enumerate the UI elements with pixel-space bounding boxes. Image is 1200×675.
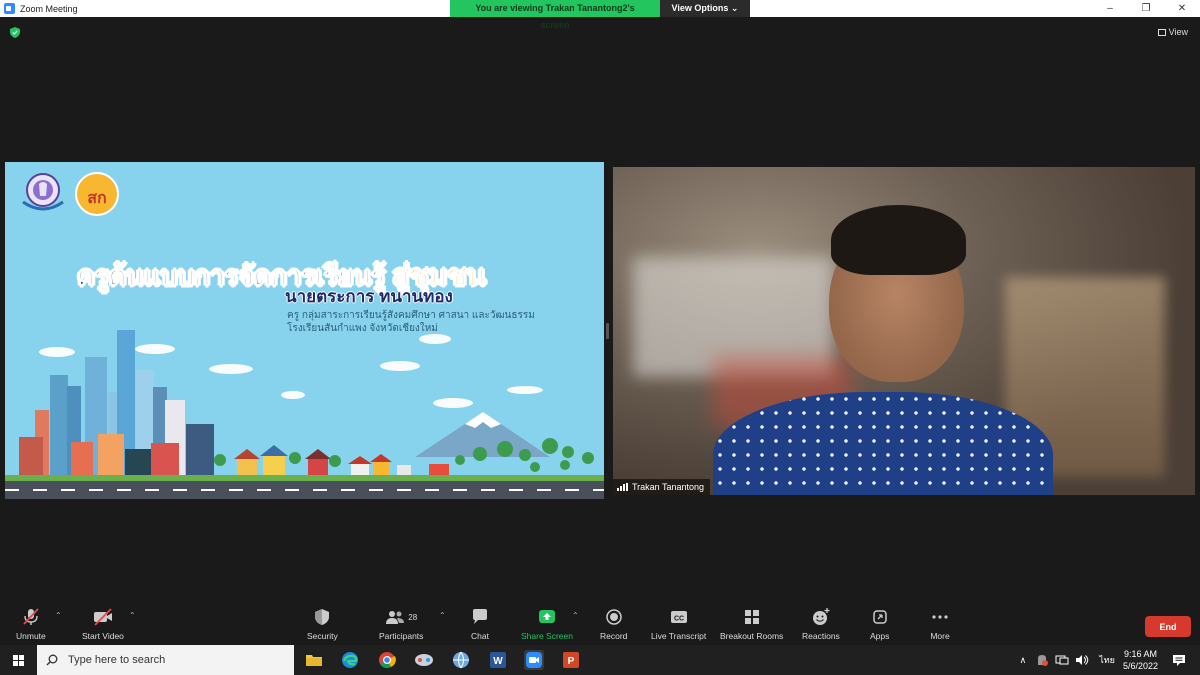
game-app-icon[interactable]: [414, 650, 434, 670]
input-language[interactable]: ไทย: [1099, 653, 1115, 667]
share-screen-button[interactable]: Share Screen: [521, 607, 573, 641]
screen-share-banner: You are viewing Trakan Tanantong2's scre…: [450, 0, 750, 30]
search-placeholder: Type here to search: [68, 654, 166, 666]
file-explorer-icon[interactable]: [304, 650, 324, 670]
breakout-grid-icon: [744, 610, 759, 624]
windows-taskbar: Type here to search W P ∧ ไทย 9:16 AM 5/…: [0, 645, 1200, 675]
clock-time: 9:16 AM: [1123, 649, 1157, 659]
chat-button[interactable]: Chat: [471, 607, 489, 641]
notification-center-icon[interactable]: [1172, 654, 1186, 667]
participants-options-caret-icon[interactable]: ⌃: [439, 611, 446, 620]
network-app-icon[interactable]: [451, 650, 471, 670]
viewing-status: You are viewing Trakan Tanantong2's scre…: [450, 0, 660, 30]
participant-body: [713, 392, 1053, 495]
window-title: Zoom Meeting: [20, 3, 78, 14]
video-off-icon: [93, 608, 112, 626]
word-app-icon[interactable]: W: [488, 650, 508, 670]
svg-text:W: W: [493, 656, 503, 667]
record-button[interactable]: Record: [600, 607, 627, 641]
encryption-shield-icon[interactable]: [10, 27, 20, 38]
city-illustration: [19, 330, 594, 494]
more-button[interactable]: More: [930, 607, 950, 641]
participant-name-label: Trakan Tanantong: [613, 479, 711, 495]
grid-icon: [1157, 28, 1166, 36]
participant-video-tile[interactable]: Trakan Tanantong: [613, 167, 1195, 495]
svg-text:CC: CC: [674, 616, 684, 623]
smiley-add-icon: [812, 608, 830, 625]
zoom-app-icon[interactable]: [524, 650, 544, 670]
clock-date: 5/6/2022: [1122, 661, 1158, 671]
signal-strength-icon: [617, 483, 628, 491]
shield-icon: [315, 609, 330, 625]
participants-count: 28: [408, 612, 418, 622]
closed-caption-icon: CC: [670, 611, 687, 623]
show-hidden-icons-chevron-icon[interactable]: ∧: [1020, 655, 1027, 666]
breakout-rooms-button[interactable]: Breakout Rooms: [720, 607, 783, 641]
reactions-button[interactable]: Reactions: [802, 607, 840, 641]
unmute-button[interactable]: Unmute: [16, 607, 46, 641]
chrome-browser-icon[interactable]: [377, 650, 397, 670]
restore-button[interactable]: ❐: [1128, 0, 1164, 17]
chat-bubble-icon: [473, 609, 487, 624]
view-layout-button[interactable]: View: [1157, 27, 1188, 37]
edge-browser-icon[interactable]: [340, 650, 360, 670]
participant-name: Trakan Tanantong: [632, 482, 705, 492]
view-label: View: [1168, 27, 1188, 37]
network-tray-icon[interactable]: [1055, 654, 1069, 666]
minimize-button[interactable]: –: [1092, 0, 1128, 17]
people-icon: [386, 611, 405, 624]
view-options-button[interactable]: View Options ⌄: [660, 0, 750, 17]
participants-button[interactable]: 28 Participants: [379, 607, 423, 641]
volume-tray-icon[interactable]: [1075, 654, 1089, 666]
more-dots-icon: [932, 615, 948, 619]
muted-microphone-icon: [23, 608, 39, 625]
system-tray: ∧ ไทย 9:16 AM 5/6/2022: [1020, 645, 1200, 675]
end-meeting-button[interactable]: End: [1145, 616, 1191, 637]
record-icon: [605, 609, 622, 625]
svg-text:P: P: [568, 656, 575, 667]
share-options-caret-icon[interactable]: ⌃: [572, 611, 579, 620]
taskbar-clock[interactable]: 9:16 AM 5/6/2022: [1123, 648, 1158, 672]
apps-button[interactable]: Apps: [870, 607, 889, 641]
windows-start-icon[interactable]: [13, 655, 24, 666]
participant-hair: [831, 205, 966, 275]
zoom-logo-icon: [4, 3, 15, 14]
road-strip: [5, 481, 604, 499]
video-options-caret-icon[interactable]: ⌃: [129, 611, 136, 620]
taskbar-search-box[interactable]: Type here to search: [37, 645, 294, 675]
close-button[interactable]: ✕: [1164, 0, 1200, 17]
security-tray-icon[interactable]: [1035, 654, 1049, 666]
powerpoint-app-icon[interactable]: P: [561, 650, 581, 670]
apps-icon: [872, 610, 887, 624]
meeting-toolbar: Unmute ⌃ Start Video ⌃ Security 28 Parti…: [0, 603, 1200, 645]
security-button[interactable]: Security: [307, 607, 338, 641]
live-transcript-button[interactable]: CC Live Transcript: [651, 607, 706, 641]
shared-screen[interactable]: สก ครูต้นแบบการจัดการเรียนรู้ สู่ชุมชน น…: [5, 162, 604, 499]
window-controls: – ❐ ✕: [1092, 0, 1200, 17]
audio-options-caret-icon[interactable]: ⌃: [55, 611, 62, 620]
share-screen-arrow-icon: [538, 610, 555, 623]
search-icon: [46, 654, 58, 666]
start-video-button[interactable]: Start Video: [82, 607, 124, 641]
split-divider-handle[interactable]: [606, 323, 609, 339]
